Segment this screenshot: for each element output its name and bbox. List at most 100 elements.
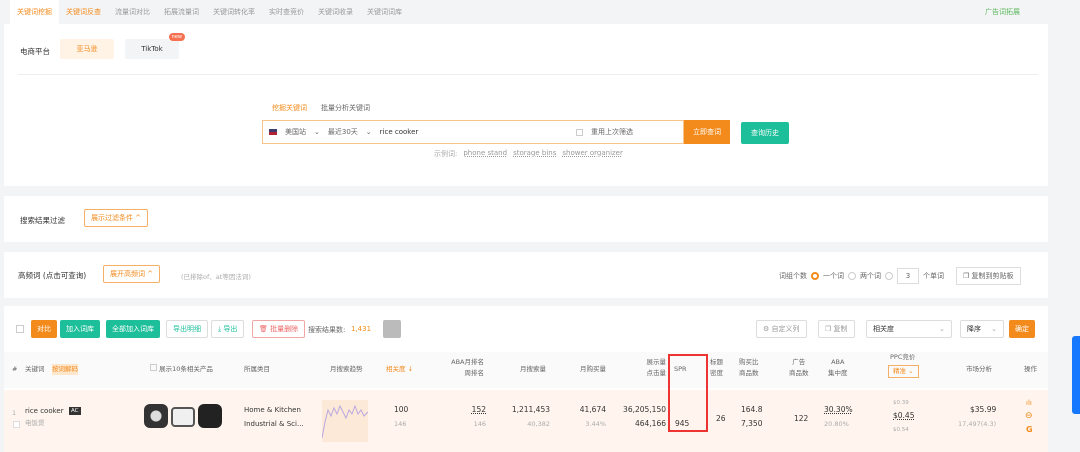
col-relevance[interactable]: 相关度 ↓ xyxy=(386,364,413,375)
copy-button[interactable]: ❐ 复制 xyxy=(818,320,855,338)
row-relevance-sub: 146 xyxy=(394,420,407,428)
tab-conversion[interactable]: 关键词转化率 xyxy=(206,0,262,24)
chart-icon[interactable]: ılı xyxy=(1026,396,1032,410)
expand-high-freq-button[interactable]: 展开高频词 ^ xyxy=(103,265,161,283)
product-image[interactable] xyxy=(171,407,195,427)
row-aba-month[interactable]: 152 xyxy=(460,403,486,417)
sort-order-select[interactable]: 降序 ⌄ xyxy=(960,320,1004,338)
col-aba-conc[interactable]: ABA 集中度 xyxy=(828,357,848,379)
ppc-mode-value: 精准 xyxy=(893,367,906,375)
row-monthly-buy: 41,674 xyxy=(579,405,606,414)
copy-clipboard-button[interactable]: ❐ 复制到剪贴板 xyxy=(956,267,1021,285)
minus-circle-icon[interactable]: ⊖ xyxy=(1025,409,1033,423)
batch-delete-button[interactable]: 🗑 批量删除 xyxy=(252,320,306,338)
keyword-input[interactable]: rice cooker xyxy=(380,128,568,136)
col-show10[interactable]: 展示10条相关产品 xyxy=(150,364,213,375)
col-ad-products[interactable]: 广告 商品数 xyxy=(789,357,809,379)
platform-tiktok[interactable]: TikTok new xyxy=(125,33,185,59)
add-to-library-button[interactable]: 加入词库 xyxy=(60,320,100,338)
aba-month-label: ABA月排名 xyxy=(451,358,484,366)
row-ppc[interactable]: $0.45 xyxy=(893,409,914,423)
spr-highlight-box xyxy=(668,354,708,432)
row-checkbox[interactable] xyxy=(13,421,20,428)
col-monthly-search[interactable]: 月搜索量 xyxy=(520,364,546,375)
col-purchase-ratio[interactable]: 购买比 商品数 xyxy=(739,357,759,379)
confirm-button[interactable]: 确定 xyxy=(1009,320,1035,338)
row-ppc-high: $0.54 xyxy=(893,427,909,433)
product-image[interactable] xyxy=(144,404,168,428)
export-detail-button[interactable]: 导出明细 xyxy=(166,320,208,338)
tab-indexing[interactable]: 关键词收录 xyxy=(311,0,360,24)
row-search-sub: 40,382 xyxy=(527,420,550,428)
history-button[interactable]: 查询历史 xyxy=(741,122,789,144)
row-products: 7,350 xyxy=(741,419,763,428)
example-link[interactable]: storage bins xyxy=(513,149,556,159)
col-ppc: PPC竞价 xyxy=(890,353,916,361)
reuse-filter-label: 重用上次筛选 xyxy=(591,128,633,136)
col-title-density[interactable]: 标题 密度 xyxy=(710,357,723,379)
example-link[interactable]: shower organizer xyxy=(562,149,623,159)
sort-field-value: 相关度 xyxy=(873,325,894,333)
filter-card: 搜索结果过滤 展示过滤条件 ^ xyxy=(4,196,1048,242)
sort-field-select[interactable]: 相关度 ⌄ xyxy=(866,320,952,338)
col-category: 所属类目 xyxy=(244,365,270,373)
export-button[interactable]: ⤓ 导出 xyxy=(211,320,245,338)
col-idx: # xyxy=(12,365,18,373)
tab-expand-traffic[interactable]: 拓展流量词 xyxy=(157,0,206,24)
row-ppc-low: $0.39 xyxy=(893,400,909,406)
add-all-button[interactable]: 全部加入词库 xyxy=(106,320,160,338)
row-price: $35.99 xyxy=(970,405,997,414)
ratio-label: 购买比 xyxy=(739,358,759,366)
show10-checkbox[interactable] xyxy=(150,364,157,371)
tab-keyword-mining[interactable]: 关键词挖掘 xyxy=(10,0,59,24)
tab-batch-analyze[interactable]: 批量分析关键词 xyxy=(321,103,370,113)
ad-keyword-expand-link[interactable]: 广告词拓展 xyxy=(985,0,1020,24)
custom-columns-label: 自定义列 xyxy=(771,325,800,333)
tab-reverse-lookup[interactable]: 关键词反查 xyxy=(59,0,108,24)
calculator-icon[interactable] xyxy=(383,320,401,338)
copy-clipboard-label: 复制到剪贴板 xyxy=(971,272,1014,280)
product-image[interactable] xyxy=(198,404,222,428)
row-ad-products: 122 xyxy=(794,414,809,423)
tab-realtime-bid[interactable]: 实时查竞价 xyxy=(262,0,311,24)
floating-side-tab[interactable] xyxy=(1072,336,1080,414)
ppc-mode-select[interactable]: 精准 ⌄ xyxy=(888,365,919,378)
search-button[interactable]: 立即查词 xyxy=(684,120,730,144)
row-category-1[interactable]: Home & Kitchen xyxy=(244,403,301,417)
reuse-filter-checkbox[interactable] xyxy=(576,128,583,136)
row-monthly-search[interactable]: 1,211,453 xyxy=(504,403,550,417)
tab-mine-keyword[interactable]: 挖掘关键词 xyxy=(272,103,307,113)
google-icon[interactable]: G xyxy=(1026,423,1033,437)
custom-columns-button[interactable]: ⚙ 自定义列 xyxy=(756,320,807,338)
word-n-input[interactable]: 3 xyxy=(897,268,919,284)
batch-delete-label: 批量删除 xyxy=(270,325,299,333)
tab-keyword-library[interactable]: 关键词词库 xyxy=(360,0,409,24)
col-impr-clicks[interactable]: 展示量 点击量 xyxy=(640,357,667,379)
table-row[interactable]: 1 rice cooker AC 电饭煲 Home & Kitchen Indu… xyxy=(4,390,1048,452)
row-aba-conc[interactable]: 30.30% xyxy=(824,403,853,417)
site-select[interactable]: 美国站 xyxy=(285,127,306,137)
row-category-2[interactable]: Industrial & Sci... xyxy=(244,417,304,431)
period-select[interactable]: 最近30天 xyxy=(328,127,358,137)
compare-button[interactable]: 对比 xyxy=(31,320,57,338)
col-trend: 月搜索趋势 xyxy=(330,365,363,373)
platform-amazon[interactable]: 亚马逊 xyxy=(60,39,114,59)
col-keyword-tag[interactable]: 按词解码 xyxy=(52,364,78,375)
search-box: 美国站 ⌄ 最近30天 ⌄ rice cooker 重用上次筛选 xyxy=(262,120,684,144)
col-keyword: 关键词 xyxy=(25,365,45,373)
aba-week-label: 周排名 xyxy=(464,369,485,377)
radio-two[interactable] xyxy=(848,272,856,280)
example-link[interactable]: phone stand xyxy=(463,149,507,159)
select-all-checkbox[interactable] xyxy=(16,325,24,333)
tab-traffic-compare[interactable]: 流量词对比 xyxy=(108,0,157,24)
radio-n[interactable] xyxy=(885,272,893,280)
col-aba-rank[interactable]: ABA月排名周排名 xyxy=(444,357,484,379)
trend-sparkline[interactable] xyxy=(322,400,368,442)
row-aba-conc-sub: 20.80% xyxy=(824,420,849,428)
col-monthly-buy[interactable]: 月购买量 xyxy=(580,364,606,375)
high-freq-card: 高频词 (点击可查询) 展开高频词 ^ (已排除of、at等因法词) 词组个数 … xyxy=(4,252,1048,298)
radio-one[interactable] xyxy=(811,272,819,280)
top-tabs: 关键词挖掘 关键词反查 流量词对比 拓展流量词 关键词转化率 实时查竞价 关键词… xyxy=(0,0,1080,24)
sparkline-bg xyxy=(322,400,368,442)
show-filter-button[interactable]: 展示过滤条件 ^ xyxy=(84,209,149,227)
